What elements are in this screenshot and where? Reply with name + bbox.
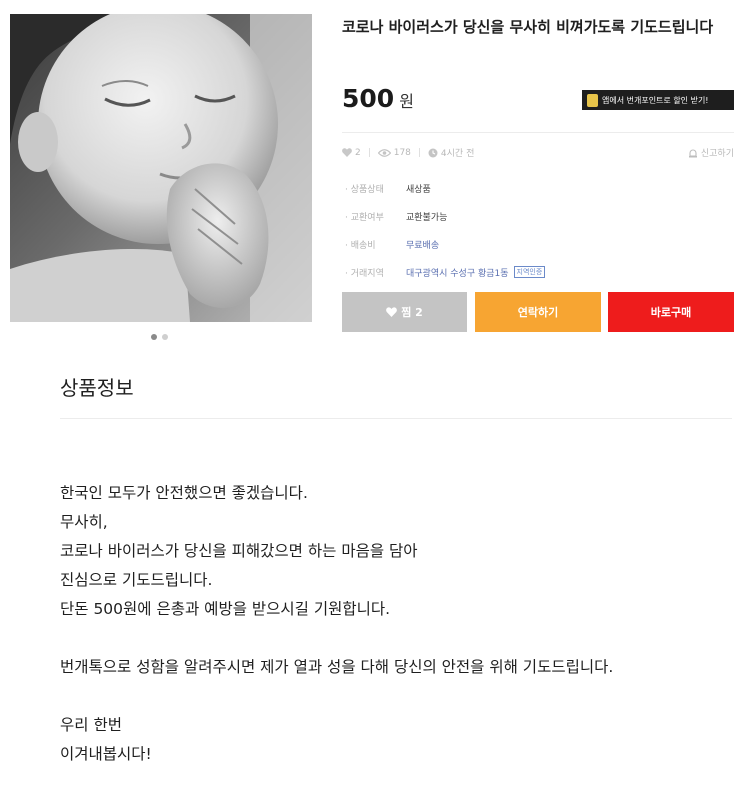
pagination-dot[interactable]: [162, 334, 168, 340]
info-row-exchange: · 교환여부 교환불가능: [342, 202, 734, 230]
child-praying-photo: [10, 14, 312, 322]
info-label: · 상품상태: [345, 184, 384, 195]
price: 500 원: [342, 84, 414, 113]
description-line: 진심으로 기도드립니다.: [60, 571, 213, 589]
contact-button[interactable]: 연락하기: [475, 292, 601, 332]
info-row-shipping: · 배송비 무료배송: [342, 230, 734, 258]
location-text[interactable]: 대구광역시 수성구 황금1동: [406, 266, 509, 279]
info-row-condition: · 상품상태 새상품: [342, 174, 734, 202]
price-unit: 원: [399, 92, 414, 111]
siren-icon: [688, 149, 697, 157]
stat-divider: [368, 148, 370, 157]
product-stats: 2 178 4시간 전 신고하기: [342, 146, 734, 159]
verified-location-tag: 지역인증: [513, 266, 546, 278]
description-line: 이겨내봅시다!: [60, 745, 152, 763]
buy-now-button[interactable]: 바로구매: [608, 292, 734, 332]
posted-time: 4시간 전: [440, 149, 475, 159]
description-line: 코로나 바이러스가 당신을 피해갔으면 하는 마음을 담아: [60, 542, 418, 560]
info-label: · 배송비: [345, 240, 376, 251]
price-value: 500: [342, 84, 395, 113]
divider: [60, 418, 732, 419]
description-line: 무사히,: [60, 513, 108, 531]
heart-icon: [386, 307, 398, 317]
divider: [342, 132, 734, 133]
eye-icon: [377, 148, 391, 157]
product-title: 코로나 바이러스가 당신을 무사히 비껴가도록 기도드립니다: [342, 18, 714, 36]
report-label: 신고하기: [700, 149, 734, 159]
description-line: 번개톡으로 성함을 알려주시면 제가 열과 성을 다해 당신의 안전을 위해 기…: [60, 658, 614, 676]
stat-divider: [418, 148, 420, 157]
info-label: · 교환여부: [345, 212, 384, 223]
point-badge-icon: [587, 93, 598, 107]
info-value[interactable]: 대구광역시 수성구 황금1동 지역인증: [406, 266, 546, 279]
time-stat: 4시간 전: [428, 146, 474, 159]
info-value: 교환불가능: [406, 212, 448, 223]
description-line: 단돈 500원에 은총과 예방을 받으시길 기원합니다.: [60, 600, 391, 618]
info-value: 새상품: [406, 184, 431, 195]
product-info-list: · 상품상태 새상품 · 교환여부 교환불가능 · 배송비 무료배송 · 거래지…: [342, 174, 734, 286]
report-button[interactable]: 신고하기: [688, 146, 734, 159]
info-value: 무료배송: [406, 240, 440, 251]
description-line: 우리 한번: [60, 716, 122, 734]
image-pagination[interactable]: [151, 334, 168, 340]
likes-stat: 2: [342, 148, 361, 158]
promo-text: 앱에서 번개포인트로 할인 받기!: [602, 95, 709, 105]
clock-icon: [428, 148, 438, 157]
product-description: 한국인 모두가 안전했으면 좋겠습니다. 무사히, 코로나 바이러스가 당신을 …: [60, 479, 730, 769]
wishlist-button[interactable]: 찜 2: [342, 292, 467, 332]
section-heading: 상품정보: [60, 376, 134, 400]
app-discount-banner[interactable]: 앱에서 번개포인트로 할인 받기!: [582, 90, 734, 110]
wishlist-label: 찜 2: [401, 306, 423, 319]
info-row-location: · 거래지역 대구광역시 수성구 황금1동 지역인증: [342, 258, 734, 286]
info-label: · 거래지역: [345, 268, 384, 279]
likes-count: 2: [355, 147, 361, 158]
heart-icon: [342, 148, 352, 157]
description-line: 한국인 모두가 안전했으면 좋겠습니다.: [60, 484, 308, 502]
views-count: 178: [393, 147, 411, 158]
pagination-dot-active[interactable]: [151, 334, 157, 340]
views-stat: 178: [377, 147, 411, 158]
product-image[interactable]: [10, 14, 312, 322]
